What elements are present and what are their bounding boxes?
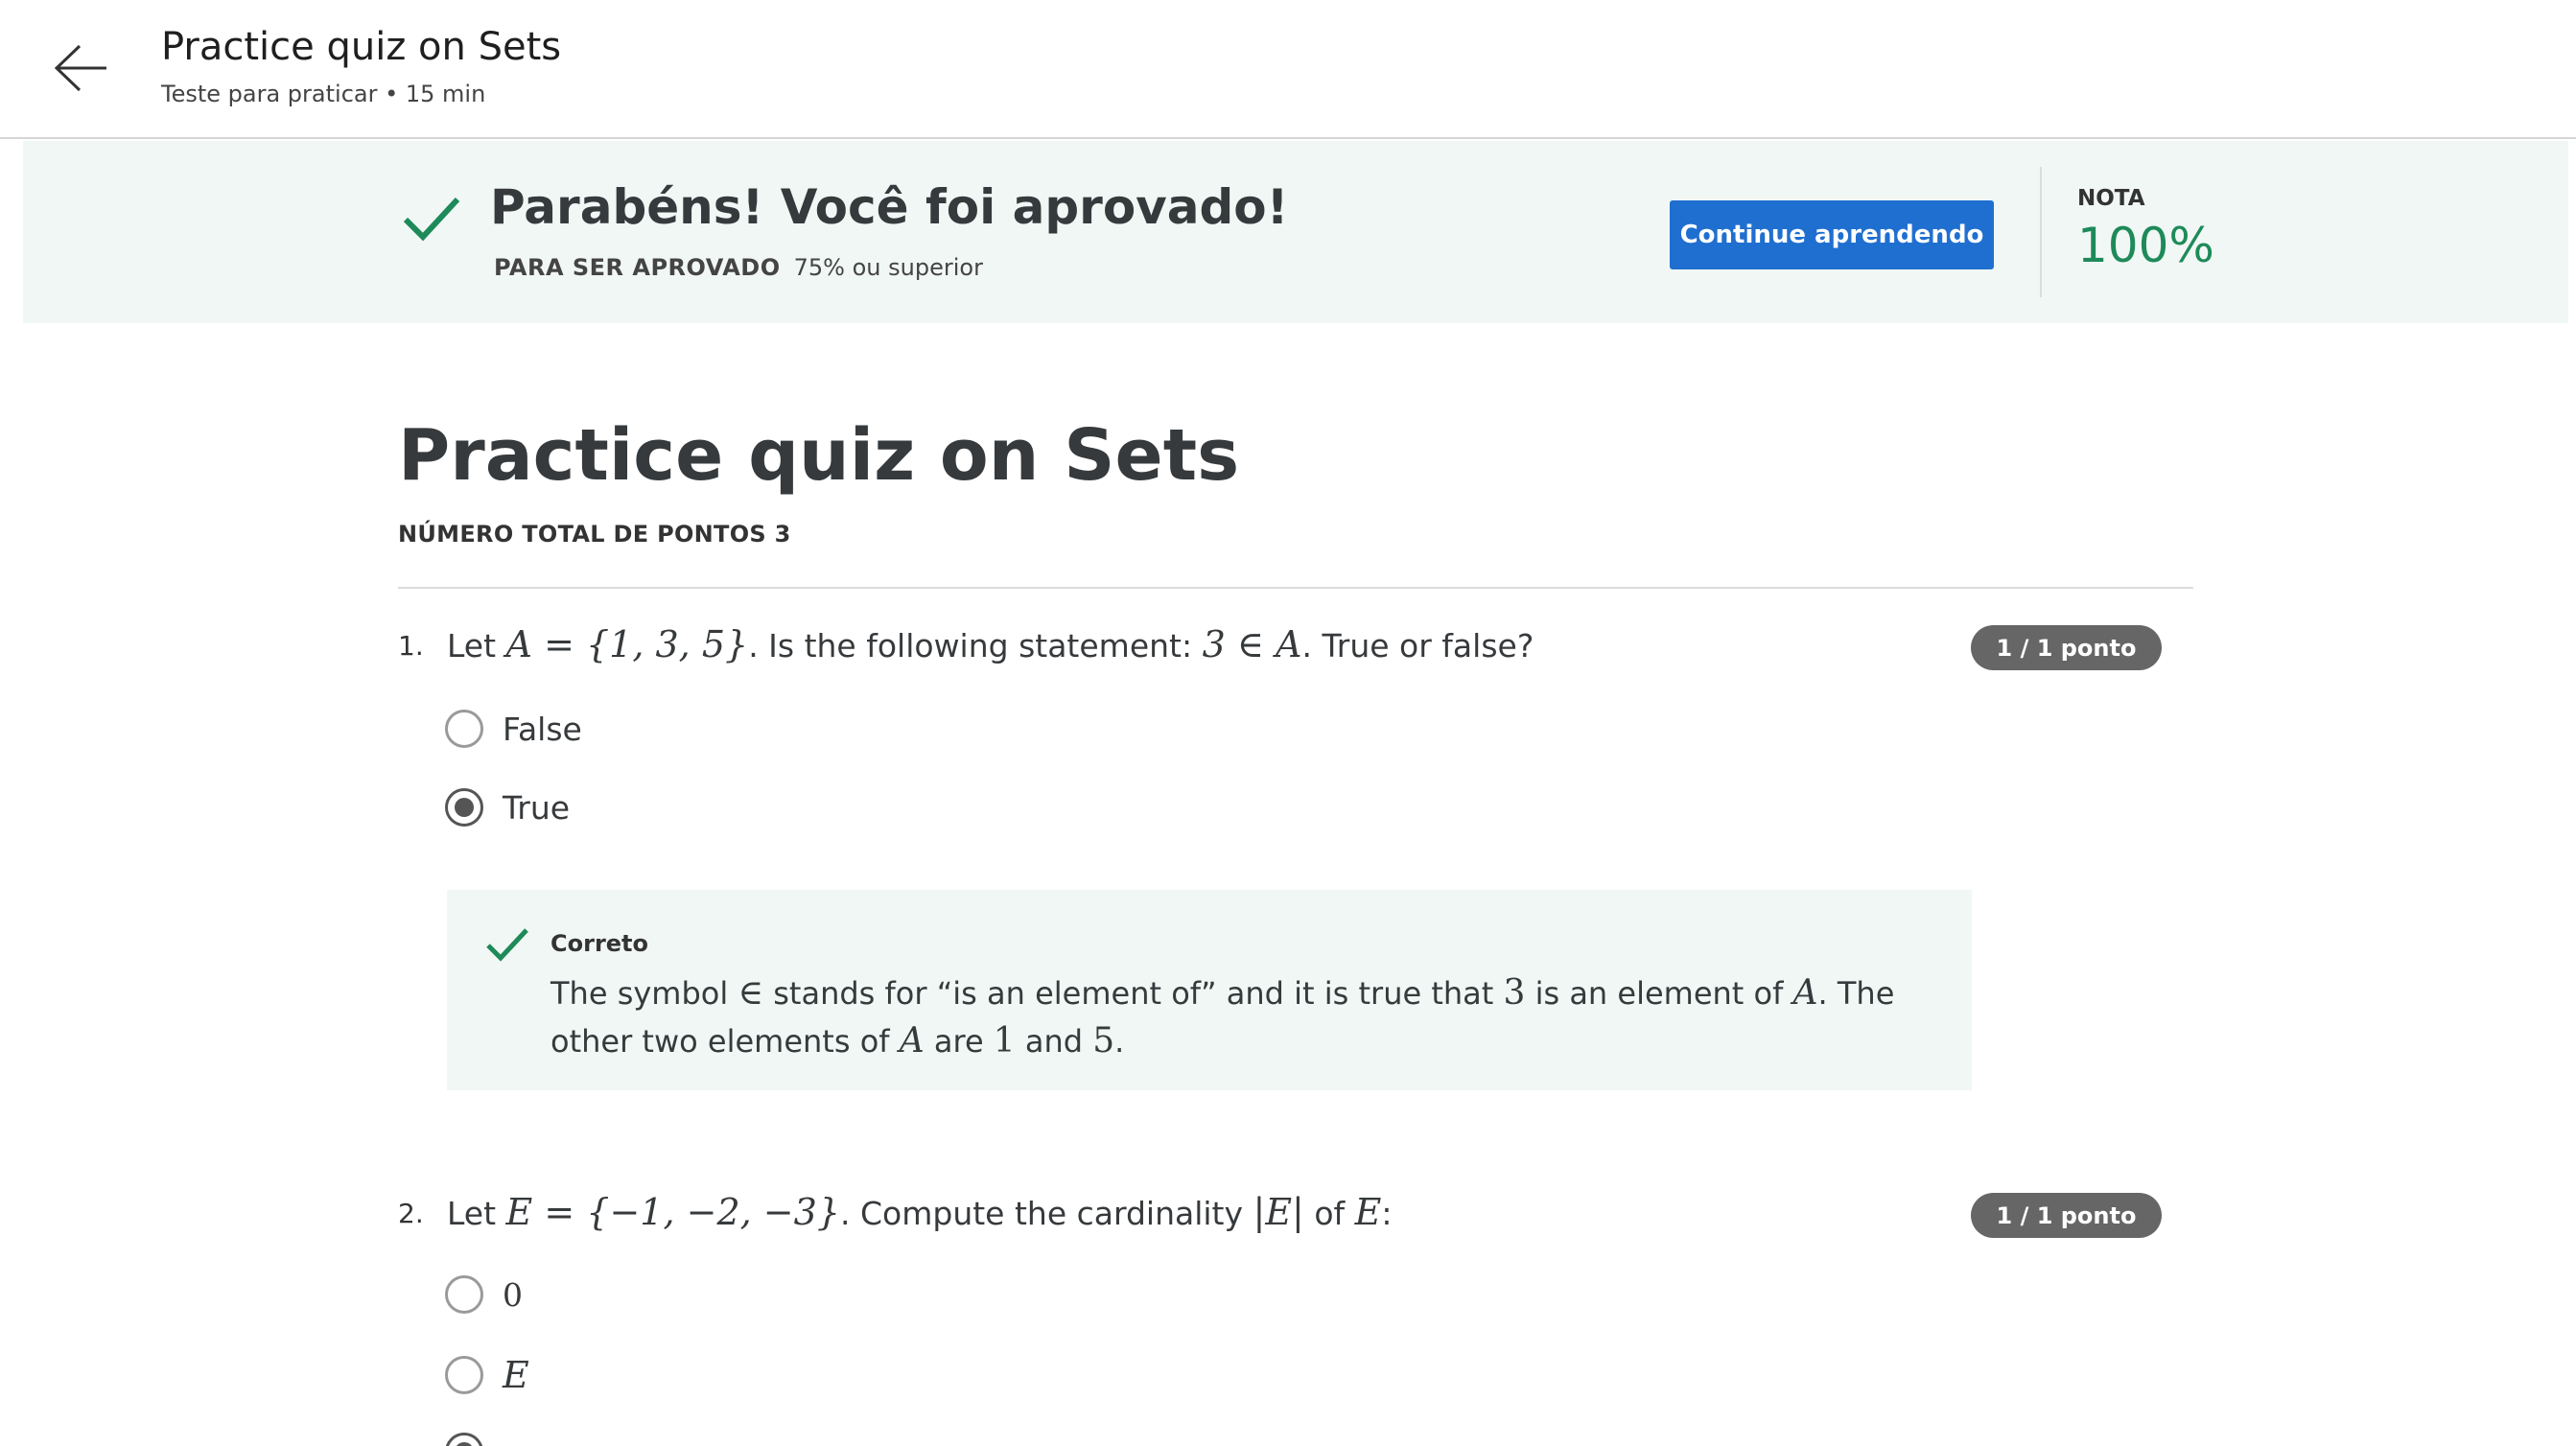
- math-variable: E: [1354, 1191, 1382, 1233]
- pass-requirement-label: PARA SER APROVADO: [494, 254, 781, 281]
- pass-message: Parabéns! Você foi aprovado!: [490, 179, 1289, 235]
- answer-option-false[interactable]: False: [445, 710, 582, 748]
- question-text-part: . True or false?: [1301, 627, 1534, 665]
- grade-value: 100%: [2077, 218, 2214, 273]
- points-badge: 1 / 1 ponto: [1971, 625, 2162, 670]
- quiz-title: Practice quiz on Sets: [398, 414, 1240, 497]
- page-title: Practice quiz on Sets: [161, 25, 562, 69]
- option-label: False: [503, 710, 582, 748]
- math-expression: A = {1, 3, 5}: [505, 623, 749, 665]
- feedback-text: The symbol ∈ stands for “is an element o…: [550, 969, 1951, 1065]
- question-text-part: . Is the following statement:: [748, 627, 1203, 665]
- grade-label: NOTA: [2077, 186, 2145, 211]
- checkmark-icon: [402, 194, 461, 244]
- pass-requirement: PARA SER APROVADO 75% ou superior: [494, 254, 983, 281]
- radio-button-selected[interactable]: [445, 1433, 483, 1446]
- question-text: Let E = {−1, −2, −3}. Compute the cardin…: [447, 1191, 1393, 1233]
- question-number: 2.: [398, 1198, 424, 1229]
- answer-option-partial[interactable]: [445, 1433, 483, 1446]
- radio-button[interactable]: [445, 1275, 483, 1314]
- option-label: E: [503, 1354, 529, 1396]
- continue-learning-button[interactable]: Continue aprendendo: [1670, 200, 1994, 269]
- math-expression: E = {−1, −2, −3}: [505, 1191, 841, 1233]
- math-number: 3: [1503, 973, 1526, 1013]
- feedback-title: Correto: [550, 930, 649, 957]
- math-variable: A: [1792, 973, 1818, 1013]
- radio-button[interactable]: [445, 1356, 483, 1394]
- option-label: True: [503, 788, 571, 827]
- feedback-box: Correto The symbol ∈ stands for “is an e…: [447, 890, 1972, 1090]
- answer-option-true[interactable]: True: [445, 788, 570, 827]
- math-number: 5: [1092, 1021, 1115, 1061]
- feedback-text-part: .: [1114, 1023, 1125, 1060]
- question-text-part: of: [1303, 1195, 1355, 1232]
- feedback-text-part: are: [924, 1023, 994, 1060]
- total-points: NÚMERO TOTAL DE PONTOS 3: [398, 521, 791, 548]
- math-expression: 3 ∈ A: [1202, 623, 1302, 665]
- option-label: 0: [503, 1275, 523, 1314]
- points-badge: 1 / 1 ponto: [1971, 1193, 2162, 1238]
- feedback-text-part: The symbol: [550, 975, 738, 1012]
- math-variable: A: [899, 1021, 925, 1061]
- question-text-part: Let: [447, 1195, 506, 1232]
- question-number: 1.: [398, 630, 424, 662]
- content-divider: [398, 587, 2193, 589]
- page-subtitle: Teste para praticar • 15 min: [161, 81, 486, 107]
- math-symbol: ∈: [738, 973, 764, 1013]
- back-arrow-icon[interactable]: [53, 43, 110, 93]
- feedback-text-part: and: [1015, 1023, 1093, 1060]
- checkmark-icon: [485, 926, 529, 965]
- top-bar: Practice quiz on Sets Teste para pratica…: [0, 0, 2576, 139]
- result-banner: Parabéns! Você foi aprovado! PARA SER AP…: [23, 141, 2568, 323]
- question-text: Let A = {1, 3, 5}. Is the following stat…: [447, 623, 1534, 665]
- question-text-part: . Compute the cardinality: [840, 1195, 1253, 1232]
- question-text-part: :: [1381, 1195, 1393, 1232]
- pass-requirement-value: 75% ou superior: [793, 254, 983, 281]
- answer-option-e[interactable]: E: [445, 1354, 529, 1396]
- banner-divider: [2040, 167, 2042, 297]
- feedback-text-part: stands for “is an element of” and it is …: [763, 975, 1504, 1012]
- math-expression: |E|: [1253, 1191, 1304, 1233]
- feedback-text-part: is an element of: [1525, 975, 1793, 1012]
- math-number: 1: [993, 1021, 1016, 1061]
- answer-option-zero[interactable]: 0: [445, 1275, 523, 1314]
- question-text-part: Let: [447, 627, 506, 665]
- radio-button-selected[interactable]: [445, 788, 483, 827]
- radio-button[interactable]: [445, 710, 483, 748]
